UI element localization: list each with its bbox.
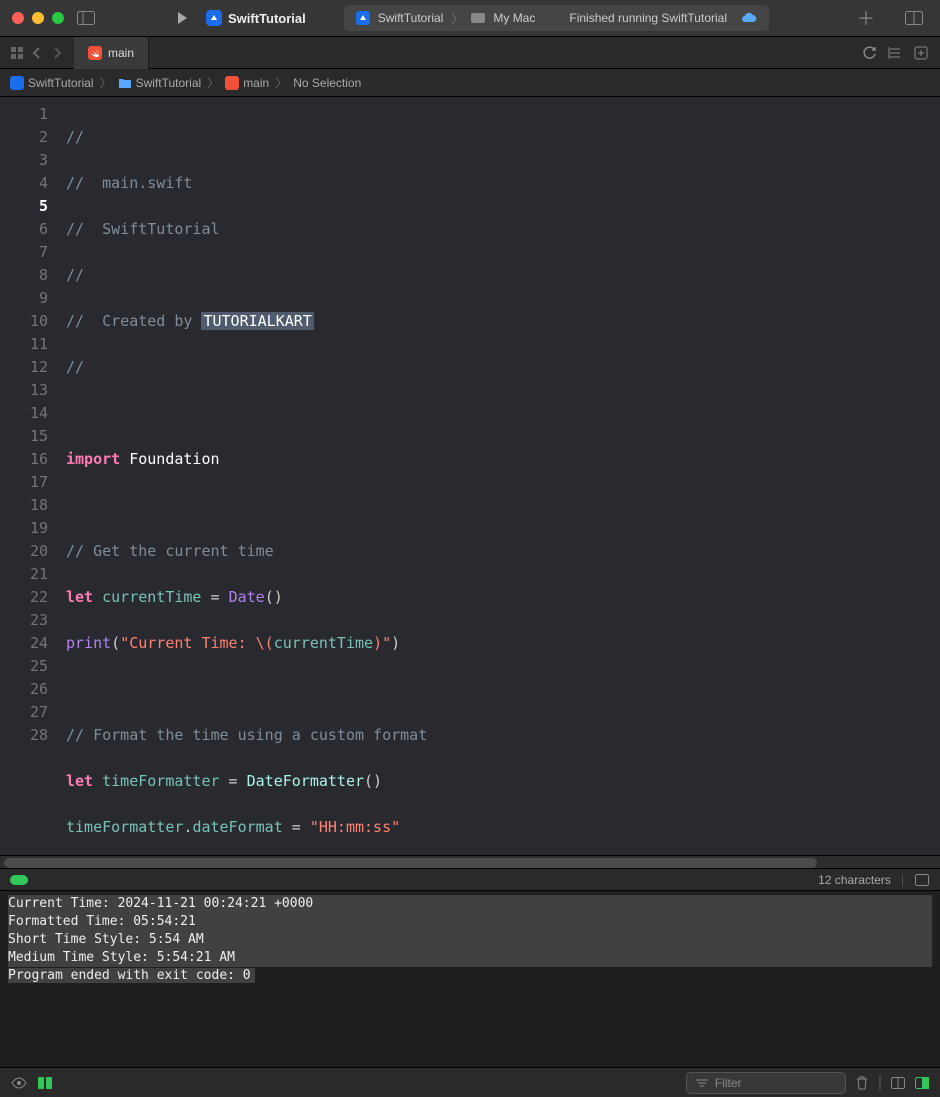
close-window-button[interactable] [12, 12, 24, 24]
chevron-right-icon: 〉 [100, 74, 112, 91]
tab-label: main [108, 46, 134, 60]
line-number[interactable]: 10 [0, 310, 48, 333]
related-items-icon[interactable] [8, 42, 26, 64]
forward-button[interactable] [48, 42, 66, 64]
code-area[interactable]: // // main.swift // SwiftTutorial // // … [58, 97, 940, 855]
line-number[interactable]: 2 [0, 126, 48, 149]
trash-icon[interactable] [854, 1075, 870, 1091]
chevron-right-icon: 〉 [275, 74, 287, 91]
line-number[interactable]: 14 [0, 402, 48, 425]
adjust-editor-icon[interactable] [884, 42, 906, 64]
line-number[interactable]: 9 [0, 287, 48, 310]
library-button[interactable] [900, 6, 928, 30]
status-destination: My Mac [493, 11, 535, 25]
scheme-app-icon [356, 11, 370, 25]
titlebar: SwiftTutorial SwiftTutorial 〉 My Mac Fin… [0, 0, 940, 37]
debug-bar: Filter | [0, 1067, 940, 1097]
line-number[interactable]: 7 [0, 241, 48, 264]
line-number[interactable]: 16 [0, 448, 48, 471]
line-number[interactable]: 23 [0, 609, 48, 632]
line-number[interactable]: 26 [0, 678, 48, 701]
line-number[interactable]: 13 [0, 379, 48, 402]
swift-file-icon [225, 76, 239, 90]
jump-bar[interactable]: SwiftTutorial 〉 SwiftTutorial 〉 main 〉 N… [0, 69, 940, 97]
breakpoint-icon[interactable] [36, 1074, 54, 1092]
zoom-window-button[interactable] [52, 12, 64, 24]
mac-destination-icon [471, 13, 485, 23]
debug-console[interactable]: Current Time: 2024-11-21 00:24:21 +0000 … [0, 891, 940, 1067]
cloud-status-icon [741, 12, 757, 24]
line-gutter[interactable]: 1234567891011121314151617181920212223242… [0, 97, 58, 855]
line-number[interactable]: 8 [0, 264, 48, 287]
console-line: Formatted Time: 05:54:21 [8, 913, 932, 931]
line-number[interactable]: 20 [0, 540, 48, 563]
line-number[interactable]: 18 [0, 494, 48, 517]
line-number[interactable]: 11 [0, 333, 48, 356]
folder-icon [118, 76, 132, 90]
app-icon [206, 10, 222, 26]
line-number[interactable]: 21 [0, 563, 48, 586]
variables-view-icon[interactable] [890, 1075, 906, 1091]
status-scheme: SwiftTutorial [378, 11, 444, 25]
line-number[interactable]: 22 [0, 586, 48, 609]
line-number[interactable]: 25 [0, 655, 48, 678]
line-number[interactable]: 12 [0, 356, 48, 379]
console-view-icon[interactable] [914, 1075, 930, 1091]
line-number[interactable]: 4 [0, 172, 48, 195]
line-number[interactable]: 19 [0, 517, 48, 540]
console-line: Program ended with exit code: 0 [8, 968, 255, 983]
chevron-right-icon: 〉 [207, 74, 219, 91]
project-icon [10, 76, 24, 90]
window-controls [12, 12, 64, 24]
filter-placeholder: Filter [715, 1076, 742, 1090]
minimize-window-button[interactable] [32, 12, 44, 24]
crumb-selection[interactable]: No Selection [293, 76, 361, 90]
toggle-navigator-icon[interactable] [72, 6, 100, 30]
swift-file-icon [88, 46, 102, 60]
crumb-file[interactable]: main [225, 76, 269, 90]
filter-icon [695, 1078, 709, 1088]
crumb-project[interactable]: SwiftTutorial [10, 76, 94, 90]
console-line: Medium Time Style: 5:54:21 AM [8, 949, 932, 967]
crumb-folder[interactable]: SwiftTutorial [118, 76, 202, 90]
add-assistant-icon[interactable] [910, 42, 932, 64]
line-number[interactable]: 1 [0, 103, 48, 126]
line-number[interactable]: 27 [0, 701, 48, 724]
line-number[interactable]: 3 [0, 149, 48, 172]
line-number[interactable]: 28 [0, 724, 48, 747]
code-editor[interactable]: 1234567891011121314151617181920212223242… [0, 97, 940, 855]
console-line: Current Time: 2024-11-21 00:24:21 +0000 [8, 895, 932, 913]
chevron-right-icon: 〉 [451, 10, 463, 27]
line-number[interactable]: 15 [0, 425, 48, 448]
scrollbar-thumb[interactable] [4, 858, 817, 868]
line-number[interactable]: 5 [0, 195, 48, 218]
add-editor-button[interactable]: ＋ [857, 5, 875, 31]
run-button[interactable] [168, 6, 196, 30]
activity-status[interactable]: SwiftTutorial 〉 My Mac Finished running … [344, 5, 769, 31]
tab-main[interactable]: main [74, 37, 149, 69]
console-line: Short Time Style: 5:54 AM [8, 931, 932, 949]
editor-statusbar: 12 characters | [0, 869, 940, 891]
line-number[interactable]: 17 [0, 471, 48, 494]
line-number[interactable]: 6 [0, 218, 48, 241]
tab-bar: main [0, 37, 940, 69]
project-name: SwiftTutorial [228, 11, 306, 26]
scheme-selector[interactable]: SwiftTutorial [206, 10, 306, 26]
horizontal-scrollbar[interactable] [0, 855, 940, 869]
view-debugger-icon[interactable] [10, 1074, 28, 1092]
back-button[interactable] [28, 42, 46, 64]
console-filter-input[interactable]: Filter [686, 1072, 846, 1094]
status-text: Finished running SwiftTutorial [569, 11, 727, 25]
char-count: 12 characters [818, 873, 891, 887]
minimap-toggle-icon[interactable] [914, 872, 930, 888]
status-pill-icon [10, 875, 28, 885]
refresh-icon[interactable] [858, 42, 880, 64]
line-number[interactable]: 24 [0, 632, 48, 655]
